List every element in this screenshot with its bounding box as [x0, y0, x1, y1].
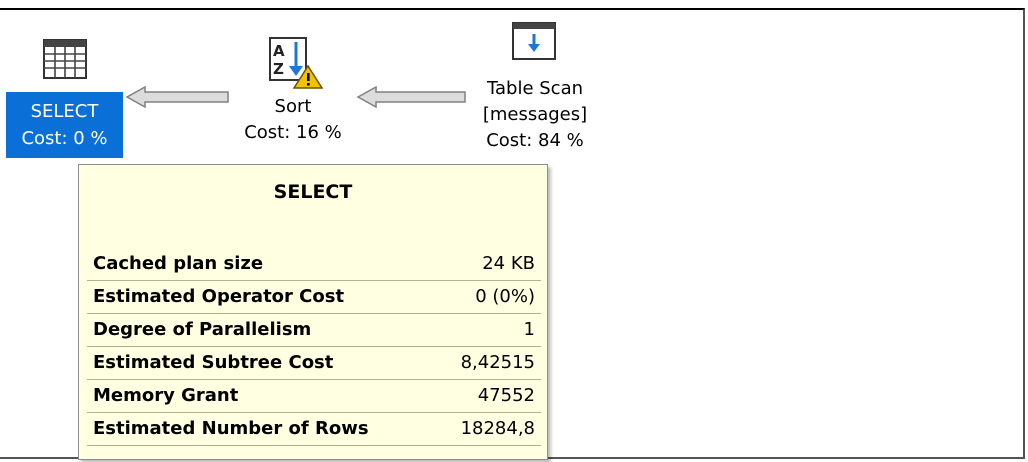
- tooltip-row: Memory Grant 47552: [87, 379, 541, 412]
- table-scan-node-title: Table Scan: [486, 78, 584, 99]
- tooltip-row: Estimated Number of Rows 18284,8: [87, 412, 541, 445]
- property-name: Estimated Number of Rows: [93, 418, 369, 439]
- property-name: Estimated Subtree Cost: [93, 352, 334, 373]
- svg-text:Z: Z: [273, 60, 284, 78]
- property-name: Memory Grant: [93, 385, 239, 406]
- sort-node-label[interactable]: Sort Cost: 16 %: [228, 94, 358, 146]
- table-scan-node-cost: Cost: 84 %: [486, 130, 584, 151]
- tooltip-properties-table: Cached plan size 24 KB Estimated Operato…: [87, 247, 541, 446]
- table-scan-node-label[interactable]: Table Scan [messages] Cost: 84 %: [468, 76, 602, 166]
- tooltip-title: SELECT: [273, 181, 353, 203]
- property-value: 18284,8: [460, 418, 535, 439]
- property-value: 47552: [477, 385, 535, 406]
- flow-arrow-sort-to-select: [125, 85, 229, 109]
- property-name: Estimated Operator Cost: [93, 286, 345, 307]
- property-value: 0 (0%): [475, 286, 535, 307]
- property-value: 24 KB: [482, 252, 535, 274]
- execution-plan-canvas: SELECT Cost: 0 % A Z Sort Cost: 16 % Tab…: [0, 0, 1028, 462]
- property-name: Degree of Parallelism: [93, 319, 312, 340]
- select-node-cost: Cost: 0 %: [21, 128, 108, 149]
- tooltip-row: Degree of Parallelism 1: [87, 313, 541, 346]
- svg-text:A: A: [273, 42, 285, 60]
- tooltip-row: Estimated Operator Cost 0 (0%): [87, 280, 541, 313]
- flow-arrow-scan-to-sort: [356, 85, 466, 109]
- select-operator-tooltip: SELECT Cached plan size 24 KB Estimated …: [78, 164, 548, 460]
- sort-az-icon[interactable]: A Z: [268, 36, 324, 90]
- property-name: Cached plan size: [93, 252, 264, 274]
- property-value: 8,42515: [460, 352, 535, 373]
- sort-node-cost: Cost: 16 %: [244, 122, 342, 143]
- select-grid-icon[interactable]: [42, 38, 88, 80]
- tooltip-row: Cached plan size 24 KB: [87, 247, 541, 280]
- select-node-label[interactable]: SELECT Cost: 0 %: [6, 92, 123, 158]
- sort-node-title: Sort: [274, 96, 312, 117]
- table-scan-icon[interactable]: [511, 21, 557, 61]
- property-value: 1: [523, 319, 535, 340]
- select-node-title: SELECT: [30, 101, 99, 122]
- table-scan-node-object: [messages]: [482, 104, 588, 125]
- tooltip-row: Estimated Subtree Cost 8,42515: [87, 346, 541, 379]
